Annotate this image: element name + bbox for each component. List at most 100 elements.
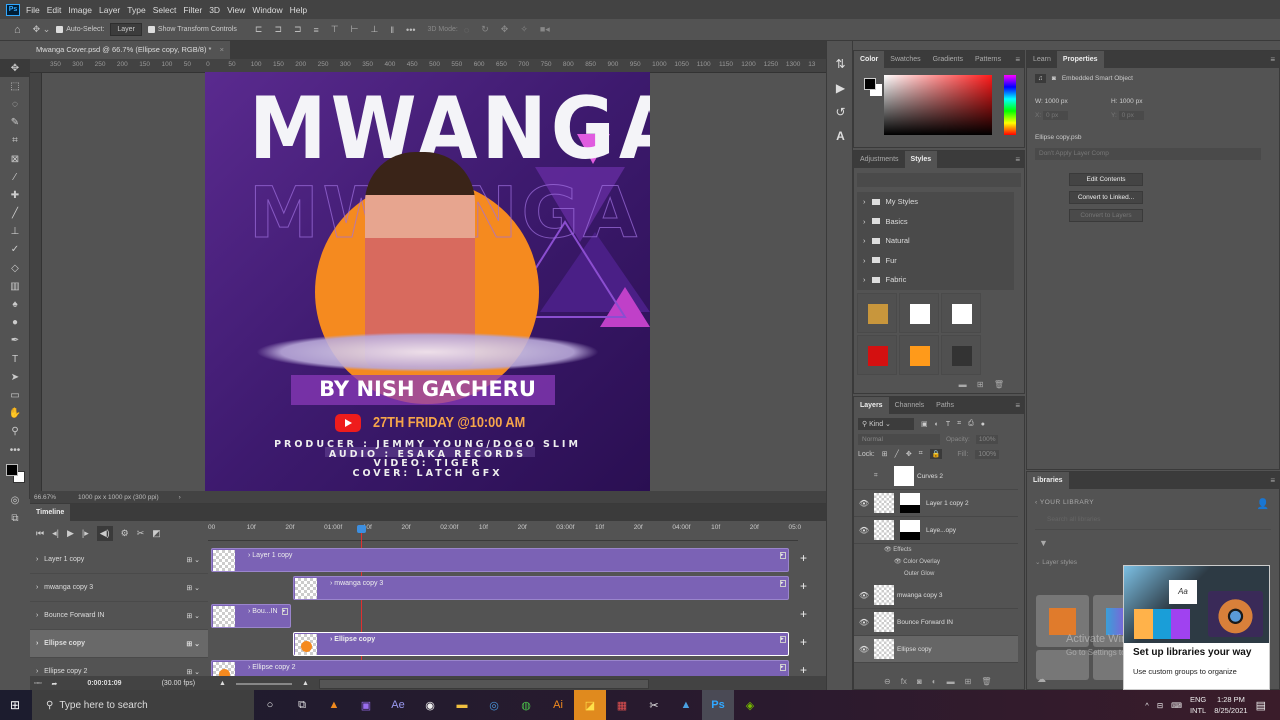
lock-position-icon[interactable]: ✥ [906,450,912,458]
filter-pixel-icon[interactable]: ▣ [921,420,928,428]
tab-gradients[interactable]: Gradients [927,51,969,68]
timeline-track-label[interactable]: › mwanga copy 3 ⊞ ⌄ [30,574,208,602]
style-swatch[interactable] [899,334,939,375]
tab-adjustments[interactable]: Adjustments [854,151,905,168]
frame-tool-icon[interactable]: ⊠ [0,150,30,168]
path-selection-tool-icon[interactable]: ➤ [0,368,30,386]
edit-toolbar-icon[interactable]: ••• [0,441,30,459]
cloud-icon[interactable]: ☁ [1037,674,1046,685]
tab-layers[interactable]: Layers [854,397,889,414]
character-panel-icon[interactable]: A [827,124,854,148]
delete-layer-icon[interactable]: 🗑 [981,677,991,686]
film-strip-icon[interactable]: ⊞ ⌄ [186,584,200,592]
add-media-icon[interactable]: + [800,635,807,649]
lock-all-icon[interactable]: 🔒 [929,449,943,459]
menu-type[interactable]: Type [127,5,145,15]
effects-item[interactable]: 👁 Effects [884,544,940,556]
rectangle-tool-icon[interactable]: ▭ [0,386,30,404]
windows-start-icon[interactable]: ⊞ [10,698,20,712]
language-indicator[interactable]: ENG INTL [1190,694,1206,716]
add-style-icon[interactable]: fx [901,677,907,686]
adjustment-layer-icon[interactable]: ◐ [932,677,937,686]
menu-window[interactable]: Window [252,5,282,15]
cinema4d-icon[interactable]: ◎ [478,690,510,720]
filter-smart-object-icon[interactable]: ⎙ [968,420,974,428]
layer-name[interactable]: Laye...opy [926,527,956,534]
edit-contents-button[interactable]: Edit Contents [1069,173,1143,186]
play-icon[interactable]: ▶ [67,528,74,539]
timeline-track-label[interactable]: › Ellipse copy ⊞ ⌄ [30,630,208,658]
status-arrow-icon[interactable]: › [179,494,181,501]
history-panel-icon[interactable]: ⇅ [827,52,854,76]
film-strip-icon[interactable]: ⊞ ⌄ [186,612,200,620]
3d-orbit-icon[interactable]: ◌ [464,25,469,35]
eyedropper-tool-icon[interactable]: ⁄ [0,168,30,186]
layer-name[interactable]: Layer 1 copy 2 [926,500,969,507]
3d-camera-icon[interactable]: ■◂ [540,24,550,35]
layer-row[interactable]: 👁 Layer 1 copy 2 [854,490,1018,517]
foreground-color-swatch[interactable] [864,78,876,90]
menu-help[interactable]: Help [290,5,307,15]
sticky-notes-icon[interactable]: ◪ [574,690,606,720]
clip-end-icon[interactable]: ▸ [780,664,786,671]
move-tool-icon[interactable]: ✥ ⌄ [33,24,51,35]
timeline-clip[interactable]: › Layer 1 copy ▸ [211,548,789,572]
lock-transparent-icon[interactable]: ⊞ [882,450,888,458]
align-middle-icon[interactable]: ⊢ [351,24,359,35]
menu-image[interactable]: Image [68,5,92,15]
hue-slider[interactable] [1004,75,1016,135]
gradient-tool-icon[interactable]: ▥ [0,277,30,295]
panel-menu-icon[interactable]: ≡ [1015,55,1020,64]
split-scissors-icon[interactable]: ✂ [137,528,145,539]
blur-tool-icon[interactable]: ♠ [0,295,30,313]
height-value[interactable]: 1000 px [1119,98,1142,105]
add-media-icon[interactable]: + [800,607,807,621]
artwork-canvas[interactable]: MWANGA MWANGA BY NISH GACHERU 27TH FRIDA… [205,72,650,491]
opacity-input[interactable]: 100% [975,435,999,444]
zoom-out-icon[interactable]: ▲ [219,680,226,687]
new-layer-icon[interactable]: ⊞ [965,677,972,686]
new-style-icon[interactable]: ⊞ [977,380,984,389]
effect-color-overlay[interactable]: 👁 Color Overlay [884,556,940,568]
3d-slide-icon[interactable]: ✧ [520,24,528,35]
first-frame-icon[interactable]: ⏮ [36,528,44,539]
tab-learn[interactable]: Learn [1027,51,1057,68]
history-brush-panel-icon[interactable]: ↺ [827,100,854,124]
panel-menu-icon[interactable]: ≡ [1270,476,1275,485]
color-swatches[interactable] [0,459,30,491]
convert-frame-icon[interactable]: ▫▫▫ [34,680,41,687]
type-tool-icon[interactable]: T [0,350,30,368]
chrome-icon[interactable]: ◍ [510,690,542,720]
home-icon[interactable]: ⌂ [14,24,21,36]
more-options-button[interactable]: ••• [406,25,415,35]
quick-mask-icon[interactable]: ◎ [0,491,30,509]
nvidia-icon[interactable]: ◈ [734,690,766,720]
color-field[interactable] [884,75,992,135]
clock[interactable]: 1:28 PM 8/25/2021 [1214,694,1247,716]
photoshop-taskbar-icon[interactable]: Ps [702,690,734,720]
tab-patterns[interactable]: Patterns [969,51,1007,68]
lock-artboard-icon[interactable]: ⌗ [919,450,923,458]
layer-name[interactable]: Ellipse copy [897,646,932,653]
menu-filter[interactable]: Filter [183,5,202,15]
layer-row[interactable]: 👁 Bounce Forward IN [854,609,1018,636]
file-explorer-icon[interactable]: ▬ [446,690,478,720]
brush-tool-icon[interactable]: ╱ [0,205,30,223]
lock-pixels-icon[interactable]: ╱ [895,450,899,458]
link-layers-icon[interactable]: ⊖ [884,677,891,686]
width-value[interactable]: 1000 px [1045,98,1068,105]
photos-icon[interactable]: ▲ [670,690,702,720]
timeline-track-label[interactable]: › Layer 1 copy ⊞ ⌄ [30,546,208,574]
x-input[interactable]: 0 px [1042,111,1069,120]
style-swatch[interactable] [857,334,897,375]
effect-outer-glow[interactable]: Outer Glow [884,568,940,580]
crop-tool-icon[interactable]: ⌗ [0,132,30,150]
next-frame-icon[interactable]: |▸ [82,528,89,539]
foreground-color-swatch[interactable] [6,464,18,477]
illustrator-icon[interactable]: Ai [542,690,574,720]
filter-toggle[interactable]: ● [981,421,985,428]
filter-type-icon[interactable]: T [946,421,950,428]
align-top-icon[interactable]: ⊤ [331,24,339,35]
dodge-tool-icon[interactable]: ● [0,314,30,332]
layer-row[interactable]: ⌗ Curves 2 [854,463,1018,490]
